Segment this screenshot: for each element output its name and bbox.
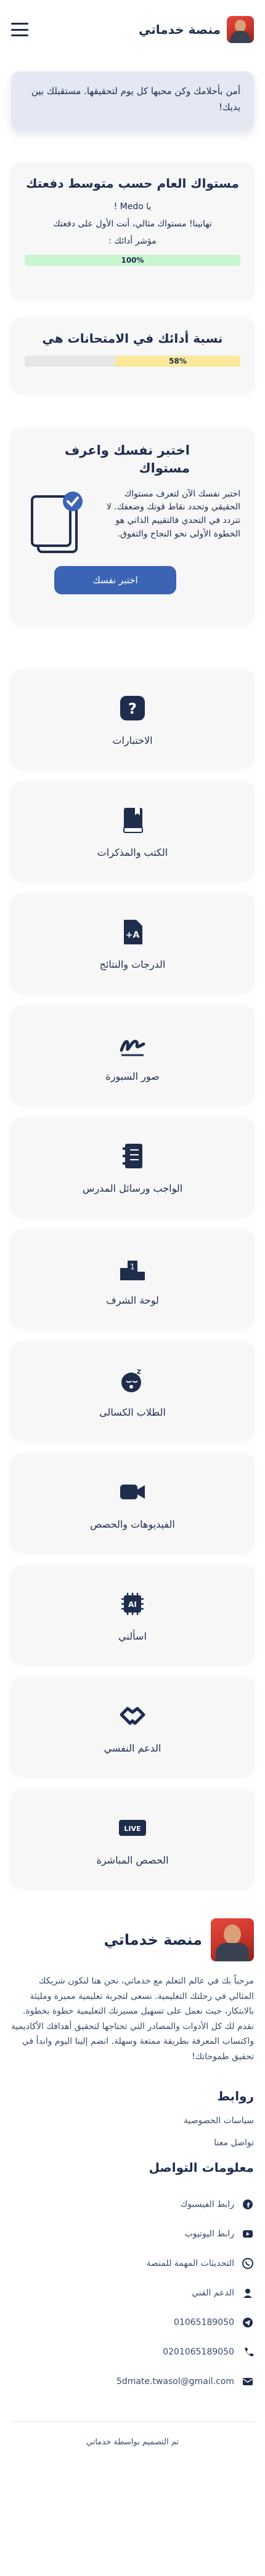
tablet-check-icon bbox=[25, 488, 92, 562]
youtube-icon bbox=[242, 2228, 254, 2240]
feature-tile[interactable]: AI اسألني bbox=[11, 1565, 254, 1664]
phone-icon bbox=[242, 2346, 254, 2358]
feature-tile-label: الدعم النفسي bbox=[104, 1742, 161, 1754]
feature-tile-label: الكتب والمذكرات bbox=[97, 846, 168, 858]
feature-tile-label: صور السبورة bbox=[105, 1070, 160, 1082]
notebook-icon bbox=[116, 1139, 149, 1173]
feature-tile[interactable]: صور السبورة bbox=[11, 1005, 254, 1104]
support-icon bbox=[242, 2287, 254, 2299]
contact-heading: معلومات التواصل bbox=[149, 2160, 254, 2175]
contact-item[interactable]: 5dmate.twasol@gmail.com bbox=[11, 2367, 254, 2396]
svg-text:f: f bbox=[247, 2201, 250, 2209]
level-indicator-label: مؤشر أدائك : bbox=[108, 236, 157, 246]
ai-chip-icon: AI bbox=[116, 1587, 149, 1621]
exam-performance-card: نسبة أدائك في الامتحانات هي 58% bbox=[11, 317, 254, 393]
feature-tile[interactable]: الفيديوهات والحصص bbox=[11, 1453, 254, 1552]
feature-tile-label: الفيديوهات والحصص bbox=[90, 1518, 175, 1530]
contact-label: رابط الفيسبوك bbox=[180, 2199, 234, 2209]
book-icon bbox=[116, 804, 149, 837]
feature-tile[interactable]: الدعم النفسي bbox=[11, 1677, 254, 1776]
svg-text:A+: A+ bbox=[126, 930, 140, 940]
privacy-link[interactable]: سياسات الخصوصية bbox=[11, 2116, 254, 2126]
footer-logo bbox=[211, 1918, 254, 1961]
footer-brand: منصة خدماتي bbox=[11, 1918, 254, 1961]
feature-tile[interactable]: Z الطلاب الكسالى bbox=[11, 1341, 254, 1440]
footer-links: سياسات الخصوصية تواصل معنا bbox=[11, 2116, 254, 2148]
video-icon bbox=[116, 1475, 149, 1509]
level-progress-fill: 100% bbox=[25, 255, 240, 266]
overall-level-card: مستواك العام حسب متوسط دفعتك يا Medo ! ت… bbox=[11, 162, 254, 299]
signature-icon bbox=[116, 1027, 149, 1061]
live-icon: LIVE bbox=[116, 1811, 149, 1844]
quiz-description: اختبر نفسك الآن لتعرف مستواك الحقيقي وتح… bbox=[106, 488, 240, 539]
quiz-title: اختبر نفسك واعرف مستواك bbox=[64, 443, 190, 476]
contact-item[interactable]: f رابط الفيسبوك bbox=[11, 2190, 254, 2219]
brand-logo bbox=[227, 16, 254, 43]
rank-progress-bar: 58% bbox=[25, 356, 240, 367]
contact-item[interactable]: 0201065189050 bbox=[11, 2337, 254, 2367]
feature-tile[interactable]: الكتب والمذكرات bbox=[11, 781, 254, 880]
telegram-icon bbox=[242, 2316, 254, 2329]
svg-text:AI: AI bbox=[128, 1600, 137, 1609]
contact-label: 01065189050 bbox=[174, 2318, 234, 2327]
motivation-banner: أمن بأحلامك وكن محبها كل يوم لتحقيقها. م… bbox=[11, 71, 254, 130]
svg-text:1: 1 bbox=[130, 1262, 135, 1271]
svg-text:?: ? bbox=[128, 700, 137, 717]
question-icon: ? bbox=[116, 692, 149, 725]
brand-name: منصة خدماتي bbox=[139, 22, 221, 37]
level-congrats: تهانينا! مستواك مثالي، أنت الأول على دفع… bbox=[53, 219, 212, 229]
contact-item[interactable]: التحديثات المهمة للمنصة bbox=[11, 2249, 254, 2278]
feature-tile-label: الاختبارات bbox=[112, 734, 153, 746]
contact-label: 5dmate.twasol@gmail.com bbox=[116, 2377, 234, 2387]
feature-tile-label: الحصص المباشرة bbox=[96, 1854, 169, 1866]
feature-tile-label: الواجب ورسائل المدرس bbox=[82, 1182, 183, 1194]
handshake-icon bbox=[116, 1699, 149, 1733]
feature-tile-label: الطلاب الكسالى bbox=[99, 1406, 166, 1418]
feature-tile-label: لوحة الشرف bbox=[106, 1294, 159, 1306]
rank-progress-fill: 58% bbox=[115, 356, 240, 367]
sleepy-face-icon: Z bbox=[116, 1363, 149, 1397]
svg-text:Z: Z bbox=[137, 1369, 141, 1376]
feature-tile-label: الدرجات والنتائج bbox=[99, 958, 166, 970]
contact-item[interactable]: 01065189050 bbox=[11, 2308, 254, 2337]
feature-tiles: ? الاختبارات الكتب والمذكرات A+ الدرجات والن… bbox=[11, 669, 254, 1888]
whatsapp-icon bbox=[242, 2257, 254, 2270]
feature-tile[interactable]: LIVE الحصص المباشرة bbox=[11, 1789, 254, 1888]
level-progress-bar: 100% bbox=[25, 255, 240, 266]
level-greeting: يا Medo ! bbox=[113, 202, 152, 212]
top-header: منصة خدماتي bbox=[0, 0, 265, 59]
level-title: مستواك العام حسب متوسط دفعتك bbox=[26, 176, 239, 191]
feature-tile[interactable]: A+ الدرجات والنتائج bbox=[11, 893, 254, 992]
footer-brand-name: منصة خدماتي bbox=[104, 1931, 202, 1948]
contact-label: رابط اليوتيوب bbox=[184, 2229, 234, 2239]
podium-icon: 1 bbox=[116, 1251, 149, 1285]
facebook-icon: f bbox=[242, 2198, 254, 2211]
self-test-card: اختبر نفسك واعرف مستواك اختبر نفسك الآن … bbox=[11, 428, 254, 624]
contact-label: 0201065189050 bbox=[163, 2347, 234, 2357]
quiz-start-button[interactable]: اختبر نفسك bbox=[54, 566, 176, 594]
footer: منصة خدماتي مرحباً بك في عالم التعلم مع … bbox=[0, 1918, 265, 2465]
links-heading: روابط bbox=[217, 2089, 254, 2103]
contact-item[interactable]: الدعم الفني bbox=[11, 2278, 254, 2308]
contact-list: f رابط الفيسبوك رابط اليوتيوب التحديثات الم… bbox=[11, 2190, 254, 2396]
brand[interactable]: منصة خدماتي bbox=[139, 16, 254, 43]
contact-label: الدعم الفني bbox=[192, 2288, 234, 2298]
feature-tile-label: اسألني bbox=[118, 1630, 147, 1642]
feature-tile[interactable]: 1 لوحة الشرف bbox=[11, 1229, 254, 1328]
copyright: تم التصميم بواسطة خدماتي bbox=[11, 2421, 254, 2447]
contact-item[interactable]: رابط اليوتيوب bbox=[11, 2219, 254, 2249]
grade-icon: A+ bbox=[116, 915, 149, 949]
menu-icon[interactable] bbox=[11, 23, 28, 36]
rank-title: نسبة أدائك في الامتحانات هي bbox=[42, 331, 223, 346]
svg-text:LIVE: LIVE bbox=[124, 1825, 141, 1833]
contact-label: التحديثات المهمة للمنصة bbox=[146, 2259, 234, 2268]
footer-description: مرحباً بك في عالم التعلم مع خدماتي، نحن … bbox=[11, 1976, 254, 2062]
mail-icon bbox=[242, 2375, 254, 2388]
contact-link[interactable]: تواصل معنا bbox=[11, 2138, 254, 2148]
feature-tile[interactable]: الواجب ورسائل المدرس bbox=[11, 1117, 254, 1216]
feature-tile[interactable]: ? الاختبارات bbox=[11, 669, 254, 768]
